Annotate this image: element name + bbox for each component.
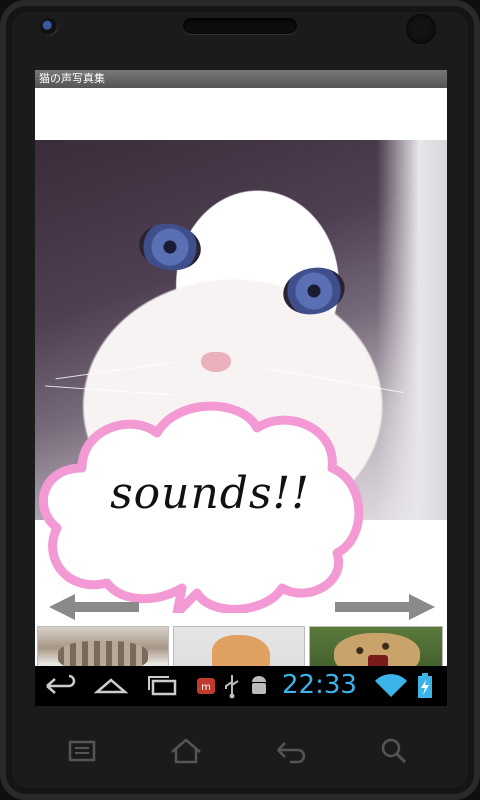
- previous-arrow-icon[interactable]: [49, 594, 139, 620]
- wifi-icon: [375, 674, 407, 697]
- app-content: sounds!!: [35, 88, 447, 666]
- front-camera: [40, 18, 58, 36]
- back-icon[interactable]: [43, 672, 77, 700]
- next-arrow-icon[interactable]: [335, 594, 435, 620]
- thumbnail-orange-kitten[interactable]: [173, 626, 305, 666]
- status-clock: 22:33: [282, 670, 357, 700]
- app-title-bar: 猫の声写真集: [35, 70, 447, 88]
- hardware-back-icon[interactable]: [270, 734, 310, 768]
- menu-icon[interactable]: [62, 734, 102, 768]
- phone-frame: 猫の声写真集 sounds!! m 22:33: [0, 0, 480, 800]
- hardware-home-icon[interactable]: [166, 734, 206, 768]
- app-title: 猫の声写真集: [39, 72, 105, 85]
- system-status-bar: m 22:33: [35, 666, 447, 706]
- app-notification-icon: m: [197, 678, 215, 694]
- thumbnail-serval[interactable]: [309, 626, 443, 666]
- recent-apps-icon[interactable]: [145, 672, 181, 700]
- thumbnail-strip: [35, 626, 447, 666]
- cat-eye-left: [135, 218, 205, 276]
- battery-charging-icon: [418, 673, 432, 698]
- home-icon[interactable]: [93, 672, 129, 700]
- android-debug-icon: [252, 676, 266, 694]
- usb-icon: [225, 675, 239, 699]
- cat-nose: [201, 352, 231, 372]
- proximity-sensor: [406, 14, 436, 44]
- cat-eye-right: [278, 262, 350, 320]
- svg-text:m: m: [201, 682, 211, 693]
- search-icon[interactable]: [374, 734, 414, 768]
- bubble-text: sounds!!: [110, 468, 310, 519]
- earpiece-speaker: [183, 18, 297, 34]
- thumbnail-sleeping-cat[interactable]: [37, 626, 169, 666]
- screen: 猫の声写真集 sounds!! m 22:33: [35, 70, 447, 706]
